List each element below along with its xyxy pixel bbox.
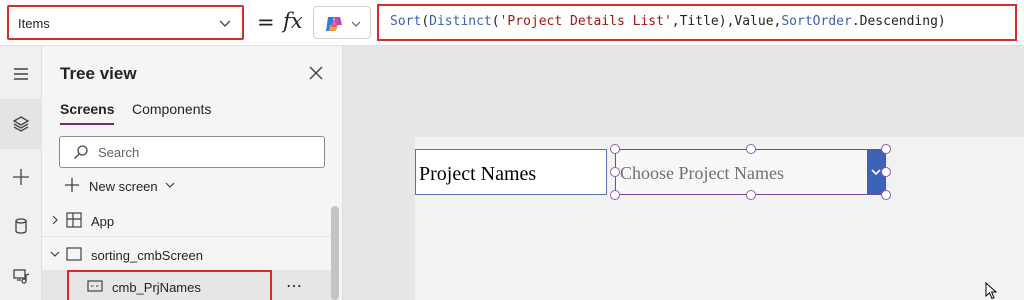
label-text: Project Names: [419, 163, 537, 185]
copilot-icon: [326, 17, 342, 31]
formula-token: ): [937, 14, 946, 29]
mouse-cursor-icon: [985, 282, 998, 300]
database-icon: [15, 218, 27, 234]
formula-bar: Items = fx Sort(Distinct('Project Detail…: [0, 0, 1024, 46]
new-screen-label: New screen: [89, 179, 158, 194]
app-screen[interactable]: Project Names Choose Project Names: [415, 137, 1024, 300]
formula-token: .Descending: [851, 14, 938, 29]
rail-media-button[interactable]: [0, 251, 42, 300]
project-names-label[interactable]: Project Names: [415, 149, 607, 195]
formula-token: 'Project Details List': [499, 14, 672, 29]
project-names-combobox[interactable]: Choose Project Names: [615, 149, 886, 195]
formula-token: Sort: [390, 14, 422, 29]
rail-data-button[interactable]: [0, 201, 42, 251]
formula-token: Distinct: [429, 14, 492, 29]
tree-view-panel: Tree view Screens Components New screen …: [42, 46, 343, 300]
tree-node-label: App: [91, 214, 115, 229]
combobox-icon: [87, 280, 103, 292]
tree-node-app[interactable]: App: [42, 204, 334, 237]
equals-sign: =: [257, 10, 275, 34]
app-icon: [66, 212, 82, 228]
search-field[interactable]: [59, 136, 325, 168]
resize-handle[interactable]: [881, 190, 891, 200]
formula-text: Sort(Distinct('Project Details List',Tit…: [390, 14, 946, 29]
resize-handle[interactable]: [610, 190, 620, 200]
search-icon: [74, 145, 88, 159]
plus-icon: [65, 178, 79, 192]
resize-handle[interactable]: [746, 190, 756, 200]
rail-menu-button[interactable]: [0, 49, 42, 99]
fx-icon: fx: [283, 9, 303, 33]
screen-icon: [66, 247, 82, 261]
resize-handle[interactable]: [610, 144, 620, 154]
canvas-area: Project Names Choose Project Names: [343, 46, 1024, 300]
layers-icon: [12, 116, 30, 132]
resize-handle[interactable]: [881, 167, 891, 177]
formula-token: (: [421, 14, 430, 29]
formula-token: (: [491, 14, 500, 29]
tree-node-label: sorting_cmbScreen: [91, 248, 203, 263]
property-dropdown[interactable]: Items: [7, 5, 244, 40]
tab-components[interactable]: Components: [132, 101, 211, 117]
rail-tree-view-button[interactable]: [0, 99, 42, 149]
tree-node-combobox[interactable]: cmb_PrjNames ⋯: [42, 270, 334, 300]
property-value: Items: [18, 16, 50, 31]
tab-screens[interactable]: Screens: [60, 101, 115, 125]
rail-insert-button[interactable]: [0, 152, 42, 202]
left-rail: [0, 46, 42, 300]
formula-token: SortOrder: [781, 14, 852, 29]
search-input[interactable]: [98, 143, 308, 161]
resize-handle[interactable]: [610, 167, 620, 177]
formula-input[interactable]: Sort(Distinct('Project Details List',Tit…: [377, 4, 1017, 41]
copilot-button[interactable]: [313, 6, 371, 39]
chevron-down-icon[interactable]: [50, 249, 60, 259]
resize-handle[interactable]: [881, 144, 891, 154]
chevron-down-icon: [219, 20, 231, 27]
chevron-right-icon[interactable]: [50, 215, 60, 225]
close-icon[interactable]: [308, 65, 324, 81]
media-icon: [13, 269, 30, 284]
combobox-placeholder: Choose Project Names: [620, 163, 784, 183]
resize-handle[interactable]: [746, 144, 756, 154]
hamburger-icon: [14, 68, 28, 80]
tree-node-screen[interactable]: sorting_cmbScreen: [42, 238, 334, 271]
tree-view-title: Tree view: [60, 64, 137, 83]
more-options-icon[interactable]: ⋯: [286, 276, 303, 296]
plus-icon: [13, 169, 29, 185]
chevron-down-icon: [351, 21, 361, 27]
formula-token: ,Title),Value,: [671, 14, 782, 29]
tree-node-label: cmb_PrjNames: [112, 280, 201, 295]
chevron-down-icon: [165, 182, 175, 188]
tree-scrollbar[interactable]: [331, 206, 339, 300]
